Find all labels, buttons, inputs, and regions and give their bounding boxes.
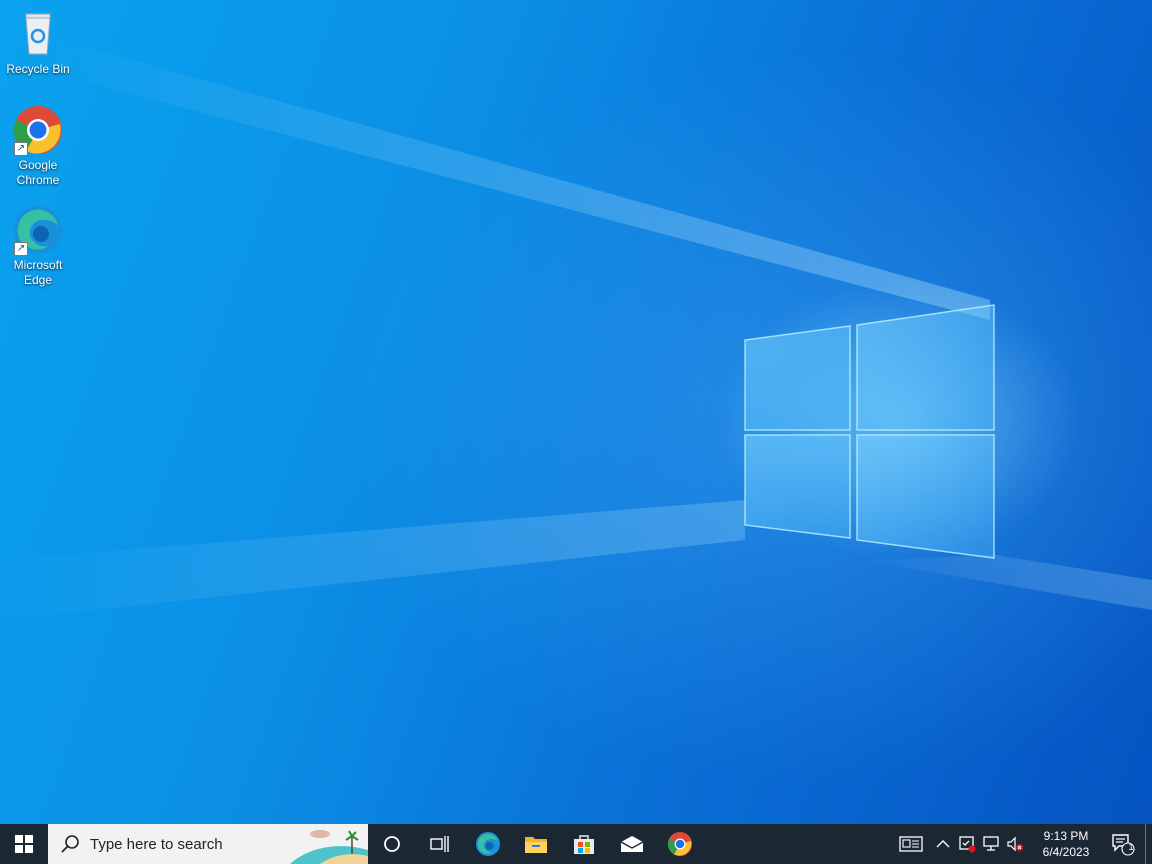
news-icon bbox=[899, 836, 923, 852]
circle-icon bbox=[384, 836, 400, 852]
edge-icon bbox=[476, 832, 500, 856]
desktop-icon-label: Google Chrome bbox=[16, 158, 60, 187]
clock-time: 9:13 PM bbox=[1043, 829, 1089, 843]
store-icon bbox=[574, 835, 594, 854]
mail-icon bbox=[620, 836, 644, 852]
shortcut-arrow-icon: ↗ bbox=[14, 142, 28, 156]
edge-icon: ↗ bbox=[12, 204, 64, 256]
taskbar-store-button[interactable] bbox=[560, 824, 608, 864]
taskbar: Type here to search 9:13 PM 6/4/2023 1 bbox=[0, 824, 1152, 864]
task-view-icon bbox=[430, 836, 449, 852]
taskbar-file-explorer-button[interactable] bbox=[512, 824, 560, 864]
chevron-up-icon bbox=[936, 840, 950, 848]
cortana-button[interactable] bbox=[368, 824, 416, 864]
folder-icon bbox=[525, 837, 547, 853]
taskbar-chrome-button[interactable] bbox=[656, 824, 704, 864]
shortcut-arrow-icon: ↗ bbox=[14, 242, 28, 256]
start-button[interactable] bbox=[0, 824, 48, 864]
clock-button[interactable]: 9:13 PM 6/4/2023 bbox=[1031, 828, 1101, 860]
clock-date: 6/4/2023 bbox=[1042, 845, 1090, 859]
desktop-icon-label: Microsoft Edge bbox=[13, 258, 63, 287]
system-tray: 9:13 PM 6/4/2023 1 bbox=[891, 824, 1152, 864]
network-tray-button[interactable] bbox=[979, 824, 1003, 864]
recycle-bin-icon bbox=[12, 8, 64, 60]
taskbar-search-box[interactable]: Type here to search bbox=[48, 824, 368, 864]
notification-count-badge: 1 bbox=[1128, 842, 1134, 852]
desktop-icon-microsoft-edge[interactable]: ↗ Microsoft Edge bbox=[4, 204, 72, 288]
chrome-icon bbox=[667, 832, 692, 856]
volume-tray-button[interactable] bbox=[1003, 824, 1027, 864]
taskbar-edge-button[interactable] bbox=[464, 824, 512, 864]
desktop-icon-recycle-bin[interactable]: Recycle Bin bbox=[4, 8, 72, 77]
windows-logo-wallpaper bbox=[744, 304, 995, 559]
windows-start-icon bbox=[15, 835, 33, 853]
news-widget-button[interactable] bbox=[891, 824, 931, 864]
security-warning-icon bbox=[959, 836, 976, 853]
search-placeholder: Type here to search bbox=[90, 835, 223, 853]
taskbar-mail-button[interactable] bbox=[608, 824, 656, 864]
desktop[interactable]: Recycle Bin ↗ Google Chrome ↗ Microsoft … bbox=[0, 0, 1152, 824]
security-tray-button[interactable] bbox=[955, 824, 979, 864]
desktop-icon-google-chrome[interactable]: ↗ Google Chrome bbox=[4, 104, 72, 188]
desktop-icon-label: Recycle Bin bbox=[6, 62, 70, 76]
network-icon bbox=[983, 836, 999, 851]
action-center-button[interactable]: 1 bbox=[1101, 824, 1145, 864]
task-view-button[interactable] bbox=[416, 824, 464, 864]
show-hidden-icons-button[interactable] bbox=[931, 824, 955, 864]
search-highlight-beach-icon bbox=[290, 824, 368, 864]
volume-muted-icon bbox=[1007, 836, 1023, 852]
search-icon bbox=[61, 835, 79, 853]
chrome-icon: ↗ bbox=[12, 104, 64, 156]
show-desktop-button[interactable] bbox=[1145, 824, 1152, 864]
